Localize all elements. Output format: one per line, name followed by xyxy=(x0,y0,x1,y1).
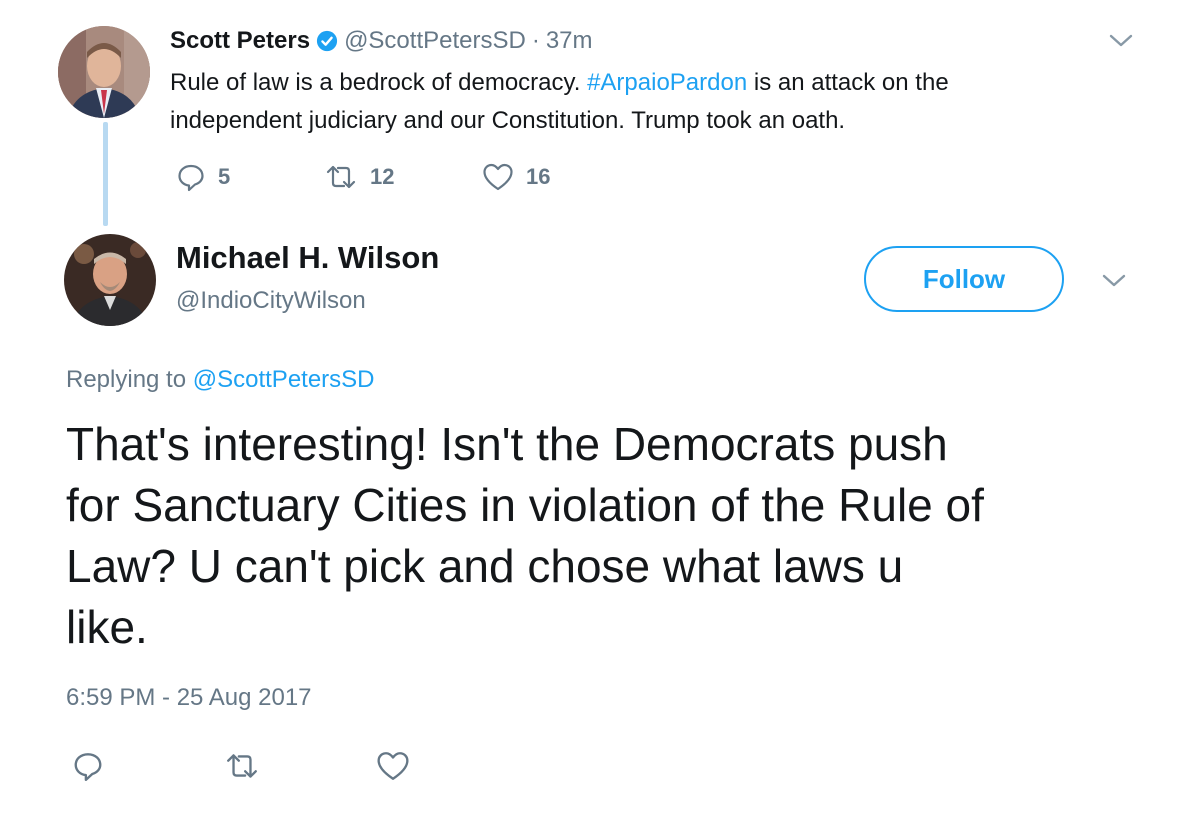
parent-tweet-header: Scott Peters @ScottPetersSD · 37m xyxy=(170,27,593,55)
like-icon xyxy=(376,750,410,782)
retweet-button[interactable]: 12 xyxy=(324,162,482,192)
chevron-down-icon[interactable] xyxy=(1108,32,1134,55)
like-icon xyxy=(482,162,514,192)
header-separator: · xyxy=(531,27,540,54)
like-button[interactable] xyxy=(376,750,436,782)
reply-icon xyxy=(72,750,104,782)
reply-tweet-text: That's interesting! Isn't the Democrats … xyxy=(66,414,984,658)
retweet-button[interactable] xyxy=(224,750,376,782)
tweet-text-line-1: Rule of law is a bedrock of democracy. #… xyxy=(170,64,1090,102)
like-count: 16 xyxy=(526,164,551,189)
reply-tweet-actions xyxy=(72,750,436,782)
scott-peters-avatar[interactable] xyxy=(58,26,150,118)
hashtag-link[interactable]: #ArpaioPardon xyxy=(587,69,747,96)
michael-wilson-avatar[interactable] xyxy=(64,234,156,326)
replying-to: Replying to @ScottPetersSD xyxy=(66,366,375,394)
reply-text-line: like. xyxy=(66,601,148,653)
replying-to-handle-link[interactable]: @ScottPetersSD xyxy=(193,366,375,393)
tweet-time[interactable]: 37m xyxy=(546,27,593,55)
reply-text-line: for Sanctuary Cities in violation of the… xyxy=(66,479,984,531)
reply-author-handle[interactable]: @IndioCityWilson xyxy=(176,287,366,315)
chevron-down-icon[interactable] xyxy=(1101,272,1127,295)
reply-text-line: Law? U can't pick and chose what laws u xyxy=(66,540,904,592)
like-button[interactable]: 16 xyxy=(482,162,602,192)
reply-author-name[interactable]: Michael H. Wilson xyxy=(176,240,439,276)
thread-line xyxy=(103,122,108,226)
tweet-text-part: Rule of law is a bedrock of democracy. xyxy=(170,69,588,96)
tweet-text-line-2: independent judiciary and our Constituti… xyxy=(170,107,846,134)
reply-count: 5 xyxy=(218,164,231,189)
tweet-text-part: is an attack on the xyxy=(747,69,949,96)
parent-tweet-text: Rule of law is a bedrock of democracy. #… xyxy=(170,64,1090,140)
parent-tweet-actions: 5 12 16 xyxy=(176,162,602,192)
retweet-count: 12 xyxy=(370,164,395,189)
reply-text-line: That's interesting! Isn't the Democrats … xyxy=(66,418,948,470)
replying-to-label: Replying to xyxy=(66,366,187,393)
reply-icon xyxy=(176,162,206,192)
retweet-icon xyxy=(324,162,358,192)
reply-button[interactable] xyxy=(72,750,224,782)
retweet-icon xyxy=(224,750,260,782)
reply-button[interactable]: 5 xyxy=(176,162,324,192)
verified-badge-icon xyxy=(316,30,338,52)
reply-timestamp[interactable]: 6:59 PM - 25 Aug 2017 xyxy=(66,684,312,712)
author-name[interactable]: Scott Peters xyxy=(170,27,310,55)
follow-button[interactable]: Follow xyxy=(864,246,1064,312)
author-handle[interactable]: @ScottPetersSD xyxy=(344,27,526,55)
